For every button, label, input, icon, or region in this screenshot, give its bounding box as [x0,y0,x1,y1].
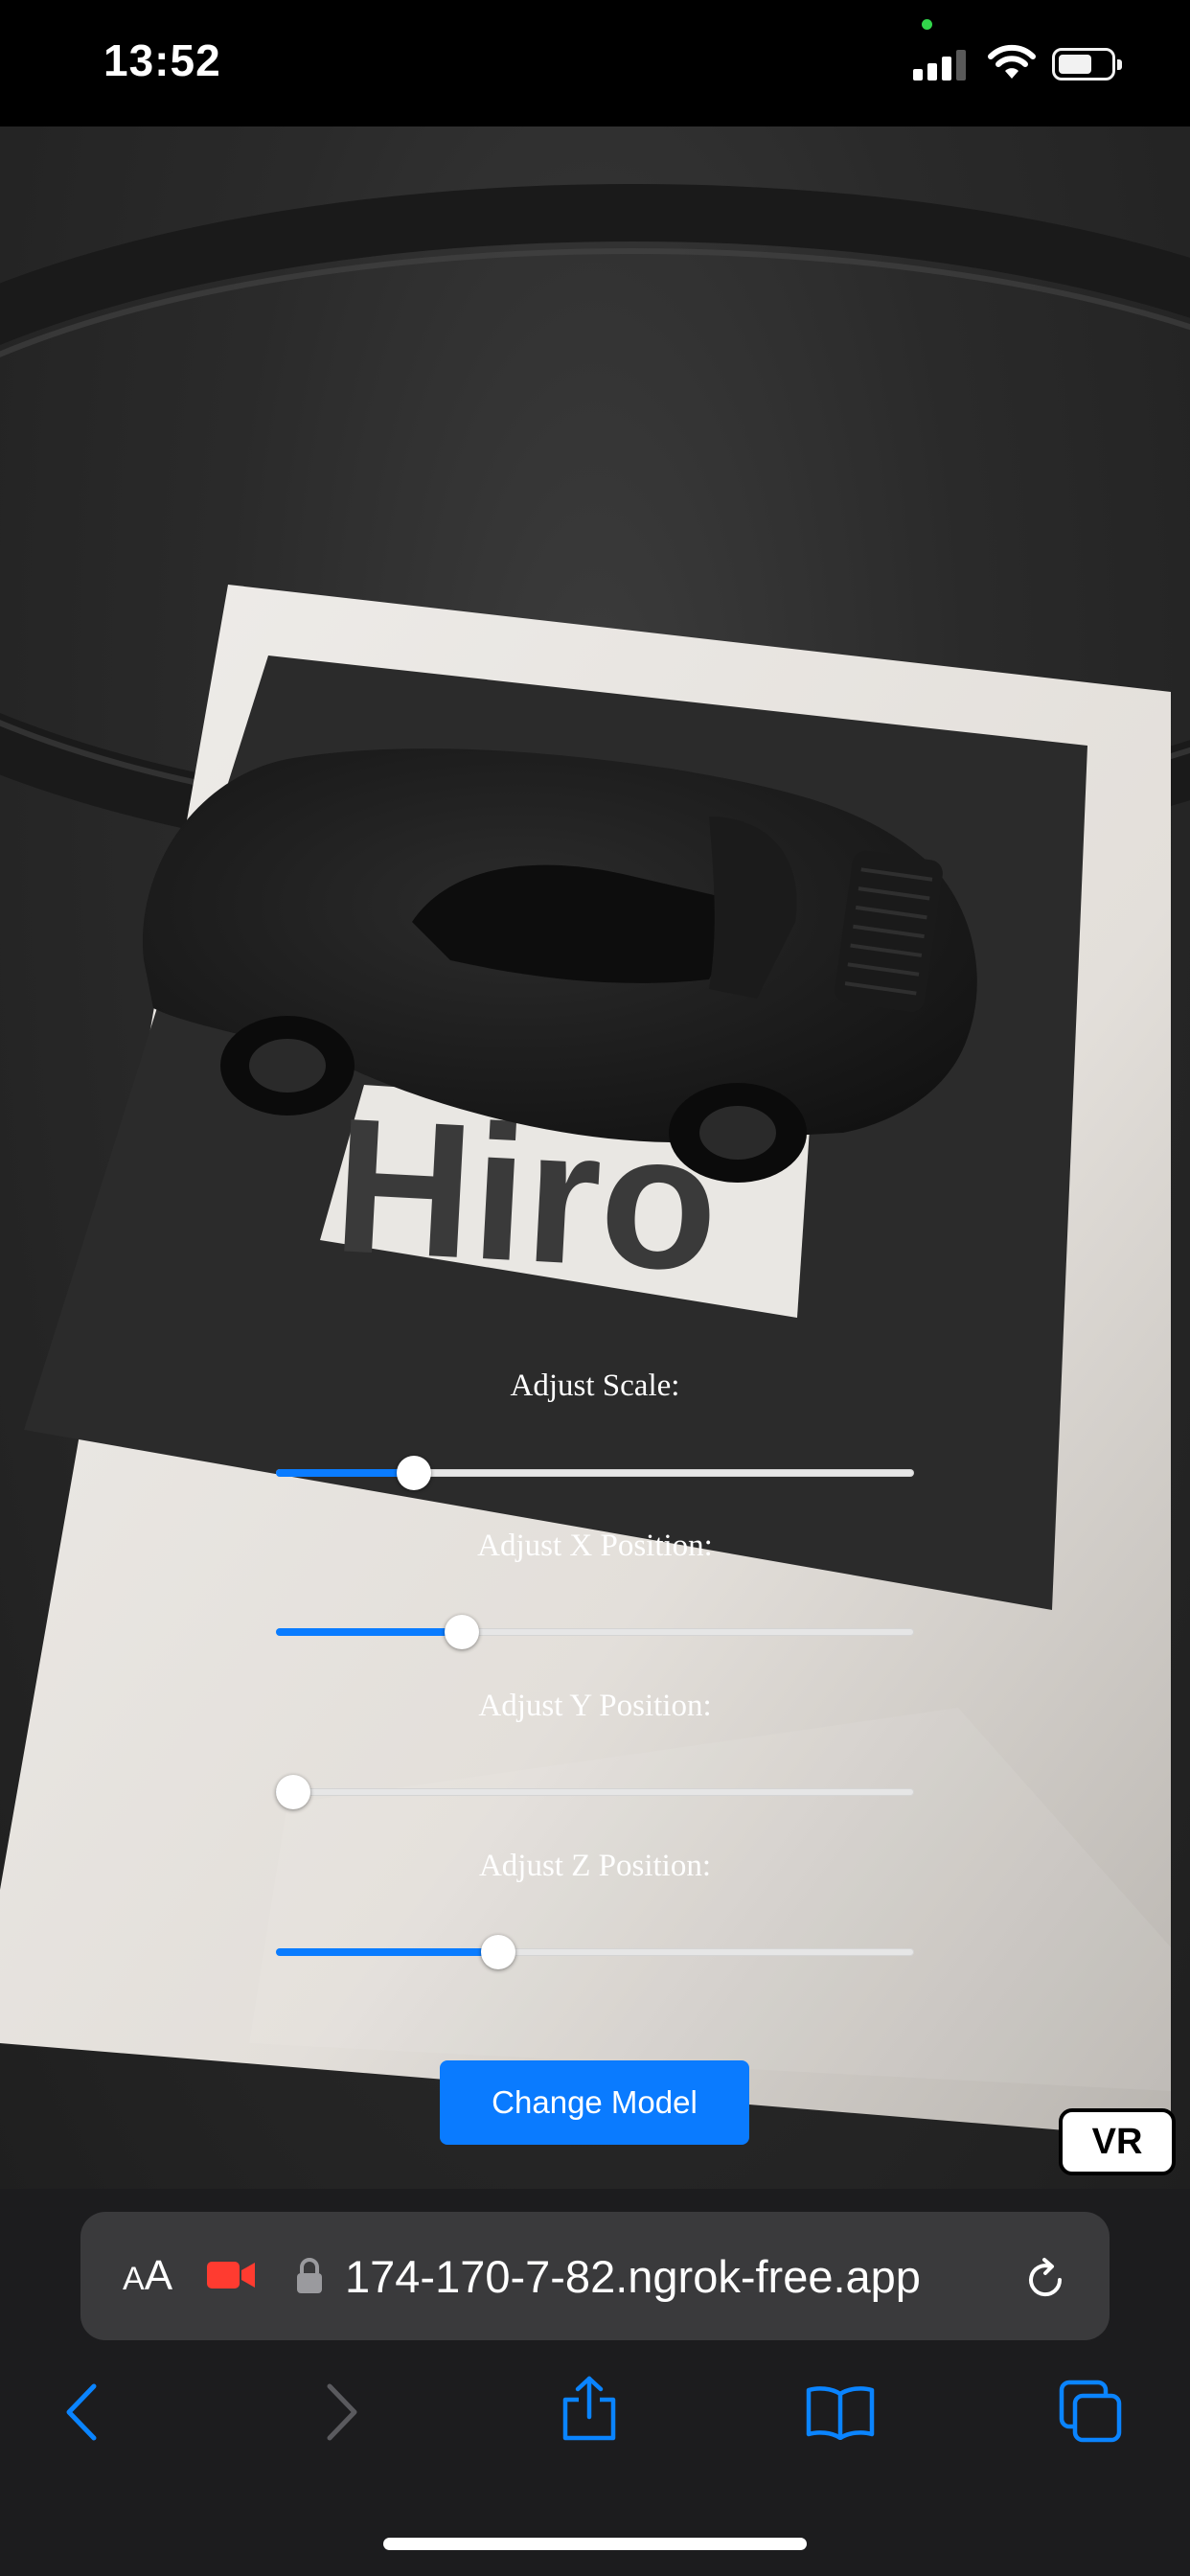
reader-settings-button[interactable]: AA [123,2252,172,2300]
y-position-label: Adjust Y Position: [478,1689,712,1723]
battery-icon [1052,48,1122,80]
x-position-label: Adjust X Position: [477,1529,713,1563]
status-bar: 13:52 [0,0,1190,126]
forward-icon[interactable] [322,2382,360,2442]
bookmarks-icon[interactable] [805,2384,876,2440]
scale-slider[interactable] [276,1454,914,1492]
change-model-button[interactable]: Change Model [440,2060,749,2145]
z-position-slider[interactable] [276,1933,914,1971]
scale-slider-thumb[interactable] [397,1456,431,1490]
home-indicator[interactable] [383,2538,807,2550]
vr-button[interactable]: VR [1059,2108,1176,2175]
z-position-label: Adjust Z Position: [478,1849,712,1883]
lock-icon [297,2258,322,2293]
ar-camera-view: Hiro Adjust Scale: Adjust X Position: Ad… [0,126,1190,2189]
camera-in-use-dot [922,19,932,30]
url-text[interactable]: 174-170-7-82.ngrok-free.app [345,2250,921,2303]
tabs-icon[interactable] [1058,2379,1125,2444]
x-position-slider[interactable] [276,1613,914,1651]
scale-label: Adjust Scale: [510,1368,680,1403]
camera-recording-icon[interactable] [207,2260,257,2290]
y-position-slider-thumb[interactable] [276,1775,310,1809]
z-position-slider-thumb[interactable] [481,1935,516,1969]
signal-icon [913,50,967,80]
reload-icon[interactable] [1021,2256,1069,2304]
x-position-slider-thumb[interactable] [445,1615,480,1649]
status-time: 13:52 [103,35,221,85]
y-position-slider[interactable] [276,1773,914,1811]
back-icon[interactable] [63,2382,102,2442]
wifi-icon [988,44,1036,79]
share-icon[interactable] [560,2375,619,2442]
